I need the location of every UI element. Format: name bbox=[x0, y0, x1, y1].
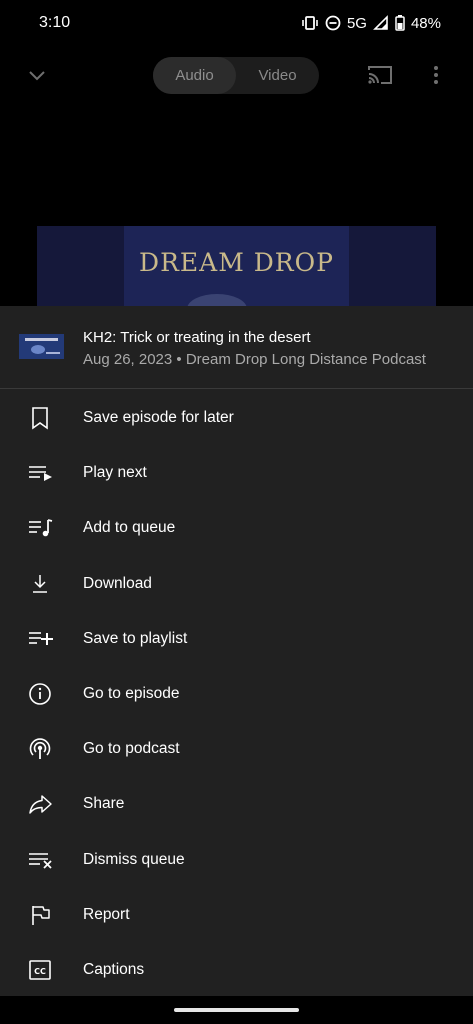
bookmark-icon bbox=[28, 406, 54, 430]
thumbnail-detail bbox=[46, 352, 60, 354]
more-options-icon[interactable] bbox=[426, 64, 446, 86]
battery-percent: 48% bbox=[410, 14, 441, 32]
episode-thumbnail bbox=[19, 334, 64, 359]
menu-item-label: Share bbox=[83, 795, 125, 813]
menu-item-go-to-podcast[interactable]: Go to podcast bbox=[0, 721, 473, 776]
thumbnail-detail bbox=[31, 345, 45, 354]
menu-item-label: Download bbox=[83, 574, 152, 592]
menu-item-go-to-episode[interactable]: Go to episode bbox=[0, 666, 473, 721]
options-bottom-sheet: KH2: Trick or treating in the desert Aug… bbox=[0, 306, 473, 1024]
menu-item-share[interactable]: Share bbox=[0, 776, 473, 831]
menu-item-download[interactable]: Download bbox=[0, 556, 473, 611]
menu-item-label: Go to episode bbox=[83, 684, 180, 702]
episode-header: KH2: Trick or treating in the desert Aug… bbox=[0, 306, 473, 389]
menu-item-play-next[interactable]: Play next bbox=[0, 445, 473, 500]
audio-tab[interactable]: Audio bbox=[153, 57, 236, 94]
menu-item-label: Add to queue bbox=[83, 519, 176, 537]
audio-video-toggle: Audio Video bbox=[153, 57, 319, 94]
info-icon bbox=[28, 682, 54, 706]
menu-item-label: Report bbox=[83, 905, 130, 923]
cast-icon[interactable] bbox=[367, 64, 393, 86]
menu-item-label: Dismiss queue bbox=[83, 850, 185, 868]
menu-item-captions[interactable]: CC Captions bbox=[0, 942, 473, 997]
menu-item-label: Captions bbox=[83, 960, 145, 978]
dismiss-queue-icon bbox=[28, 848, 54, 872]
navigation-bar bbox=[0, 996, 473, 1024]
status-icons: 5G 48% bbox=[301, 12, 441, 34]
episode-subtitle: Aug 26, 2023 • Dream Drop Long Distance … bbox=[83, 351, 426, 368]
player-top-bar: Audio Video bbox=[0, 56, 473, 96]
playlist-add-icon bbox=[28, 627, 54, 651]
do-not-disturb-icon bbox=[325, 15, 341, 31]
podcast-artwork: DREAM DROP bbox=[37, 226, 436, 306]
signal-icon bbox=[373, 15, 389, 31]
menu-item-label: Play next bbox=[83, 464, 147, 482]
menu-item-save-to-playlist[interactable]: Save to playlist bbox=[0, 611, 473, 666]
menu-item-dismiss-queue[interactable]: Dismiss queue bbox=[0, 832, 473, 887]
vibrate-icon bbox=[301, 15, 319, 31]
queue-music-icon bbox=[28, 516, 54, 540]
thumbnail-detail bbox=[25, 338, 58, 341]
menu-item-label: Save episode for later bbox=[83, 409, 234, 426]
menu-item-save-for-later[interactable]: Save episode for later bbox=[0, 390, 473, 445]
menu-item-label: Go to podcast bbox=[83, 740, 180, 758]
captions-icon: CC bbox=[28, 958, 54, 982]
play-next-icon bbox=[28, 461, 54, 485]
battery-icon bbox=[395, 15, 405, 31]
flag-icon bbox=[28, 903, 54, 927]
status-bar: 3:10 5G 48% bbox=[0, 0, 473, 46]
episode-title: KH2: Trick or treating in the desert bbox=[83, 329, 311, 346]
network-label: 5G bbox=[346, 14, 367, 32]
artwork-title: DREAM DROP bbox=[139, 248, 334, 277]
menu-item-add-to-queue[interactable]: Add to queue bbox=[0, 500, 473, 555]
home-gesture-handle[interactable] bbox=[174, 1008, 299, 1012]
share-icon bbox=[28, 792, 54, 816]
options-menu: Save episode for later Play next Add to … bbox=[0, 390, 473, 997]
podcast-icon bbox=[28, 737, 54, 761]
status-time: 3:10 bbox=[39, 14, 71, 31]
video-tab[interactable]: Video bbox=[236, 57, 319, 94]
menu-item-label: Save to playlist bbox=[83, 629, 188, 647]
svg-text:CC: CC bbox=[34, 967, 46, 976]
chevron-down-icon[interactable] bbox=[26, 64, 48, 86]
download-icon bbox=[28, 572, 54, 596]
menu-item-report[interactable]: Report bbox=[0, 887, 473, 942]
